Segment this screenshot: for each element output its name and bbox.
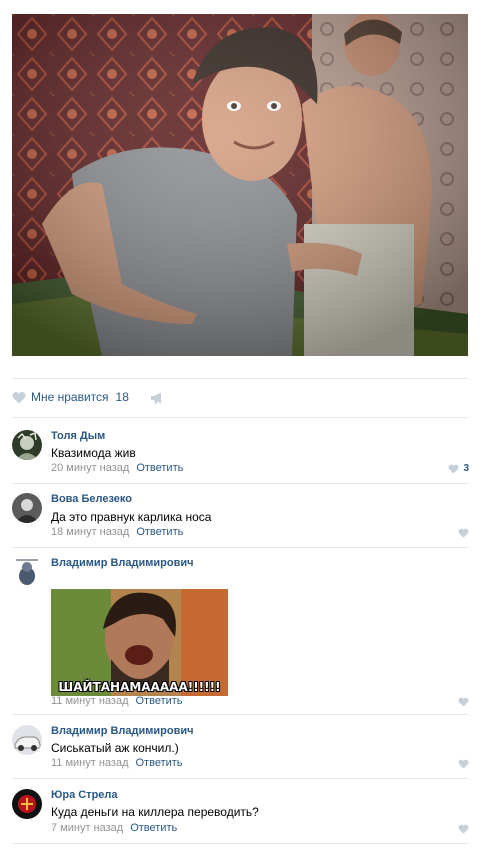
post-photo[interactable]	[12, 14, 468, 356]
comment-image-attachment[interactable]: ШАЙТАНАМААААА!!!!!!	[51, 589, 228, 696]
image-caption: ШАЙТАНАМААААА!!!!!!	[58, 680, 221, 694]
comment-author[interactable]: Толя Дым	[51, 430, 105, 442]
comment-author[interactable]: Владимир Владимирович	[51, 725, 194, 737]
comment-author[interactable]: Юра Стрела	[51, 789, 118, 801]
comment-text: Куда деньги на киллера переводить?	[51, 805, 259, 819]
avatar[interactable]	[12, 789, 42, 819]
comment: Владимир Владимирович Сиськатый аж кончи…	[12, 725, 469, 779]
comment: Толя Дым Квазимода жив 20 минут назад Отв…	[12, 430, 469, 484]
heart-icon	[12, 391, 26, 403]
comment: Вова Белезеко Да это правнук карлика нос…	[12, 493, 469, 548]
like-button[interactable]: Мне нравится 18	[12, 390, 129, 404]
comment-time[interactable]: 11 минут назад	[51, 757, 129, 769]
comment-like-button[interactable]	[458, 759, 469, 769]
like-count: 18	[115, 390, 129, 404]
reply-link[interactable]: Ответить	[136, 695, 183, 707]
comment-time[interactable]: 11 минут назад	[51, 695, 129, 707]
comment-author[interactable]: Владимир Владимирович	[51, 557, 194, 569]
comment-time[interactable]: 18 минут назад	[51, 526, 129, 538]
comment-like-button[interactable]	[458, 824, 469, 834]
reply-link[interactable]: Ответить	[136, 757, 183, 769]
heart-icon	[458, 824, 469, 834]
comment: Владимир Владимирович ШАЙТАНАМААААА!!!!!…	[12, 557, 469, 715]
comment-like-button[interactable]: 3	[448, 463, 469, 474]
comment-meta: 7 минут назад Ответить	[51, 822, 177, 834]
comment-meta: 20 минут назад Ответить	[51, 462, 183, 474]
reply-link[interactable]: Ответить	[136, 462, 183, 474]
comment: Юра Стрела Куда деньги на киллера перево…	[12, 789, 469, 844]
avatar[interactable]	[12, 557, 42, 587]
comment-time[interactable]: 20 минут назад	[51, 462, 129, 474]
comment-meta: 11 минут назад Ответить	[51, 757, 183, 769]
avatar[interactable]	[12, 430, 42, 460]
comment-text: Квазимода жив	[51, 446, 136, 460]
avatar[interactable]	[12, 725, 42, 755]
reply-link[interactable]: Ответить	[130, 822, 177, 834]
comment-meta: 11 минут назад Ответить	[51, 695, 183, 707]
comment-time[interactable]: 7 минут назад	[51, 822, 123, 834]
comment-text: Сиськатый аж кончил.)	[51, 741, 179, 755]
comment-author[interactable]: Вова Белезеко	[51, 493, 132, 505]
reply-link[interactable]: Ответить	[136, 526, 183, 538]
heart-icon	[458, 759, 469, 769]
heart-icon	[458, 697, 469, 707]
comment-text: Да это правнук карлика носа	[51, 510, 212, 524]
avatar[interactable]	[12, 493, 42, 523]
megaphone-icon[interactable]	[150, 391, 164, 405]
like-label: Мне нравится	[31, 390, 109, 404]
comment-meta: 18 минут назад Ответить	[51, 526, 183, 538]
post-actions-bar: Мне нравится 18	[12, 378, 469, 418]
heart-icon	[458, 528, 469, 538]
comment-like-button[interactable]	[458, 697, 469, 707]
comment-like-button[interactable]	[458, 528, 469, 538]
comment-like-count: 3	[463, 463, 469, 474]
heart-icon	[448, 464, 459, 474]
